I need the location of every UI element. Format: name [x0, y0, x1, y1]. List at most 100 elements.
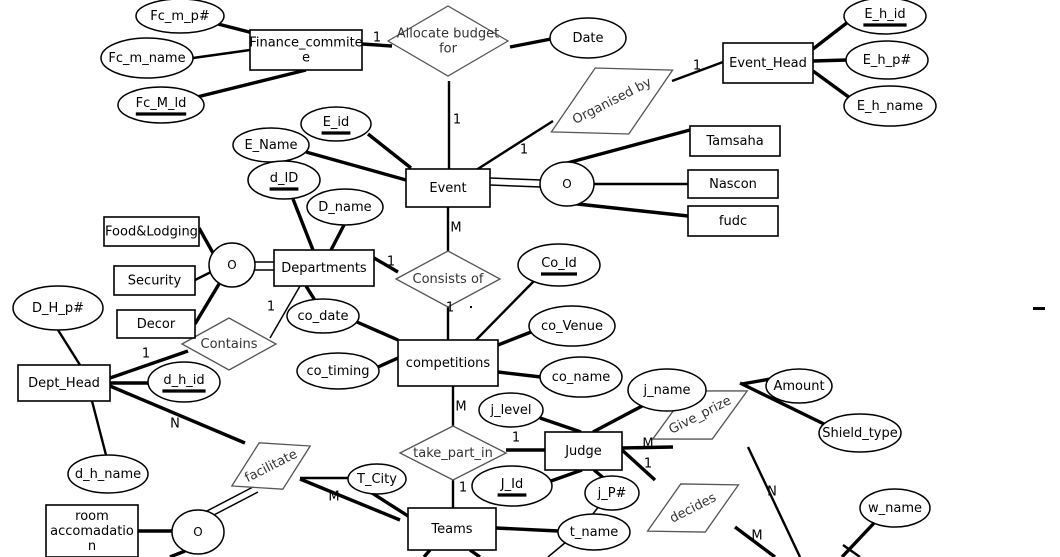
entity-label-event: Event: [429, 181, 466, 196]
specialization-event_spec: O: [539, 161, 595, 207]
connector-dh-dhname: [90, 400, 108, 456]
attribute-label-d_h_name: d_h_name: [75, 467, 141, 482]
entity-label-dept_head: Dept_Head: [28, 376, 100, 391]
attribute-label-co_venue: co_Venue: [541, 319, 603, 334]
entity-label-teams: Teams: [430, 522, 472, 537]
attribute-label-shield_type: Shield_type: [822, 426, 898, 441]
entity-food_lodging: Food&Lodging: [103, 216, 200, 247]
relationship-label-contains: Contains: [201, 337, 258, 352]
connector-teams-tname: [495, 526, 559, 533]
entity-security: Security: [113, 265, 196, 296]
entity-label-departments: Departments: [281, 261, 367, 276]
entity-judge: Judge: [544, 431, 623, 471]
connector-ev-ename: [305, 150, 407, 182]
attribute-t_city: T_City: [347, 463, 407, 495]
connector-tname-below: [547, 541, 567, 557]
attribute-w_name: w_name: [859, 488, 931, 528]
cardinality-card-dh-n: N: [170, 417, 180, 432]
attribute-co_id: Co_Id: [517, 243, 601, 287]
relationship-decides: decides: [646, 483, 740, 533]
attribute-e_h_id: E_h_id: [843, 0, 927, 35]
attribute-fc_m_ld: Fc_M_ld: [117, 86, 205, 124]
connector-dept-dname: [329, 224, 346, 251]
connector-alloc-date: [509, 37, 552, 49]
connector-facil-room-a: [204, 486, 254, 513]
entity-decor: Decor: [116, 309, 196, 339]
connector-eh-ehname: [811, 69, 852, 100]
entity-label-fudc: fudc: [719, 214, 747, 229]
cardinality-card-event-m: M: [450, 221, 461, 236]
connector-spec-tam: [555, 128, 691, 168]
attribute-shield_type: Shield_type: [818, 413, 902, 453]
attribute-label-e_h_name: E_h_name: [857, 99, 923, 114]
cardinality-card-decides-m: M: [751, 529, 762, 544]
connector-ev-eid: [366, 132, 413, 170]
connector-teams-down1: [422, 548, 432, 557]
attribute-label-j_name: j_name: [643, 383, 691, 398]
entity-label-judge: Judge: [564, 444, 602, 459]
relationship-label-consists_of: Consists of: [413, 272, 484, 287]
connector-fc-fcmld: [196, 68, 307, 99]
connector-judge-jname: [592, 403, 645, 434]
cardinality-card-dept-1: 1: [387, 255, 395, 270]
cardinality-card-decides-1: 1: [644, 457, 652, 472]
specialization-label-event_spec: O: [562, 177, 571, 191]
attribute-label-co_name: co_name: [552, 370, 610, 385]
attribute-d_name: D_name: [306, 188, 384, 226]
attribute-d_id: d_ID: [247, 160, 321, 200]
attribute-label-e_h_id: E_h_id: [864, 7, 905, 22]
attribute-co_timing: co_timing: [296, 352, 380, 390]
attribute-label-j_p: j_P#: [597, 486, 627, 501]
connector-dspec-sec: [194, 270, 212, 282]
connector-eh-ehid: [811, 20, 850, 51]
attribute-co_name: co_name: [539, 356, 623, 398]
connector-fc-fcname: [192, 48, 251, 60]
entity-label-event_head: Event_Head: [729, 56, 807, 71]
attribute-label-j_id: J_Id: [500, 477, 523, 492]
attribute-j_id: J_Id: [471, 465, 553, 507]
connector-comp-coid: [475, 280, 535, 341]
attribute-e_name: E_Name: [232, 127, 310, 163]
attribute-label-d_id: d_ID: [270, 171, 299, 186]
attribute-label-t_name: t_name: [570, 525, 618, 540]
attribute-date: Date: [549, 17, 627, 59]
entity-teams: Teams: [407, 507, 497, 551]
relationship-layer: Allocate budget for Organised by Consists o…: [180, 5, 749, 533]
relationship-contains: Contains: [180, 317, 278, 371]
attribute-e_h_p: E_h_p#: [845, 40, 929, 80]
connector-dspec-food: [197, 227, 215, 254]
cardinality-card-fc-1: 1: [373, 31, 381, 46]
cardinality-card-facil-m: M: [328, 490, 339, 505]
attribute-d_h_id: d_h_id: [147, 361, 221, 403]
entity-nascon: Nascon: [687, 169, 779, 199]
attribute-d_h_p: D_H_p#: [12, 285, 104, 331]
entity-departments: Departments: [273, 249, 375, 287]
relationship-consists_of: Consists of: [394, 250, 502, 308]
attribute-amount: Amount: [765, 368, 833, 404]
attribute-label-fc_m_p: Fc_m_p#: [150, 9, 209, 24]
entity-competitions: competitions: [397, 339, 499, 387]
attribute-co_venue: co_Venue: [528, 305, 616, 347]
attribute-label-d_name: D_name: [318, 200, 371, 215]
connector-facil-room-b: [209, 491, 259, 518]
entity-fudc: fudc: [687, 205, 779, 237]
entity-room_accomadation: room accomadatio n: [45, 504, 139, 557]
specialization-label-room_spec: O: [193, 525, 202, 539]
er-diagram-canvas: Allocate budget for Organised by Consists o…: [0, 0, 1060, 557]
attribute-label-d_h_p: D_H_p#: [32, 301, 84, 316]
relationship-organised_by: Organised by: [550, 67, 674, 135]
cardinality-card-org-1: 1: [520, 143, 528, 158]
connector-eh-ehp: [812, 58, 848, 63]
cardinality-card-contains-1: 1: [267, 300, 275, 315]
attribute-d_h_name: d_h_name: [67, 454, 149, 494]
connector-comp-coname: [497, 370, 542, 379]
attribute-label-co_date: co_date: [298, 309, 349, 324]
attribute-label-fc_m_name: Fc_m_name: [108, 51, 185, 66]
connector-ev-spec-b: [489, 184, 542, 188]
connector-comp-covenue: [497, 330, 532, 347]
specialization-label-departments_spec: O: [227, 258, 236, 272]
relationship-label-take_part_in: take_part_in: [413, 446, 493, 461]
connector-teams-down2: [469, 548, 481, 557]
attribute-label-e_id: E_id: [323, 115, 350, 130]
entity-event_head: Event_Head: [722, 42, 814, 84]
